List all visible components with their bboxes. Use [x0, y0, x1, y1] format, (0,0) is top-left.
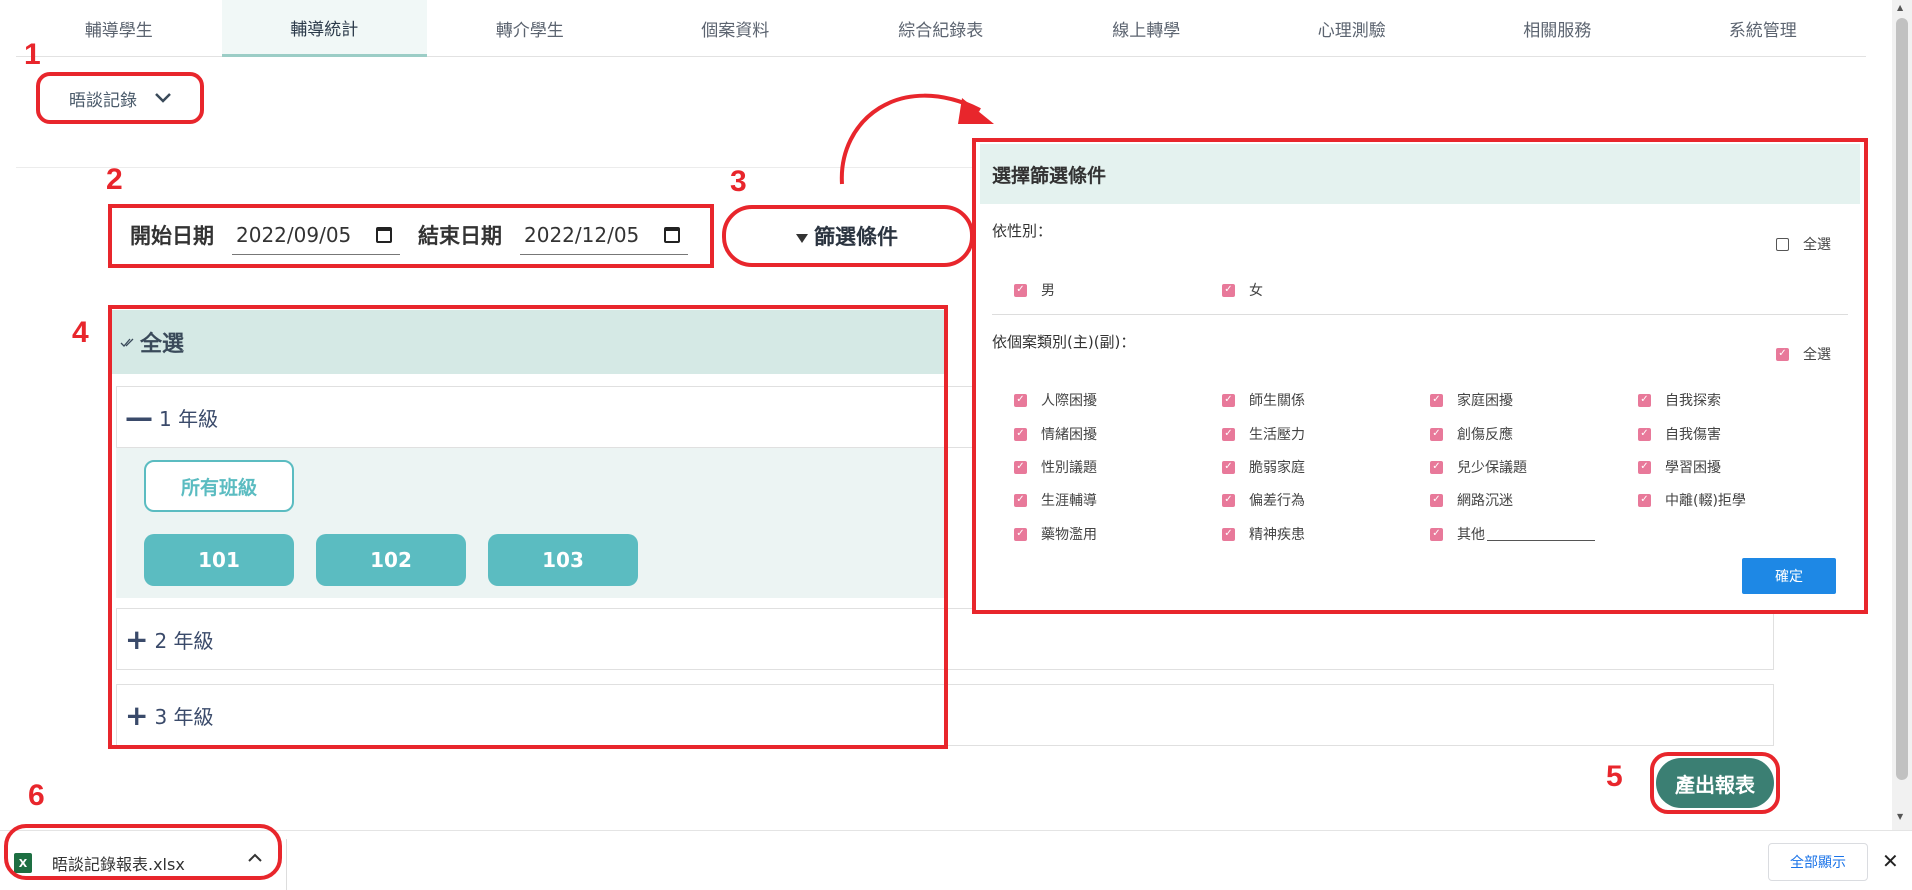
annotation-box-panel: [972, 138, 1868, 614]
tab-system-admin[interactable]: 系統管理: [1660, 0, 1866, 56]
tab-counseling-statistics[interactable]: 輔導統計: [221, 0, 427, 57]
annotation-number-5: 5: [1606, 760, 1623, 793]
annotation-number-3: 3: [730, 165, 747, 198]
scroll-up-icon[interactable]: ▲: [1897, 3, 1903, 12]
page-scrollbar[interactable]: ▲ ▼: [1892, 0, 1912, 830]
show-all-downloads-button[interactable]: 全部顯示: [1768, 843, 1868, 881]
annotation-number-4: 4: [72, 316, 89, 349]
tab-counseling-students[interactable]: 輔導學生: [16, 0, 222, 56]
annotation-box-6: [4, 824, 282, 880]
top-nav: 輔導學生 輔導統計 轉介學生 個案資料 綜合紀錄表 線上轉學 心理測驗 相關服務…: [16, 0, 1866, 57]
tab-case-data[interactable]: 個案資料: [633, 0, 839, 56]
scroll-down-icon[interactable]: ▼: [1897, 812, 1903, 821]
close-icon[interactable]: ✕: [1882, 849, 1899, 873]
download-bar: X 晤談記錄報表.xlsx 全部顯示 ✕: [0, 830, 1912, 890]
annotation-box-3: [722, 205, 974, 267]
tab-related-services[interactable]: 相關服務: [1455, 0, 1661, 56]
annotation-box-1: [36, 72, 204, 124]
annotation-arrow: [839, 93, 994, 185]
tab-referral-students[interactable]: 轉介學生: [427, 0, 633, 56]
annotation-box-4: [108, 305, 948, 749]
download-divider: [286, 839, 287, 890]
annotation-number-1: 1: [24, 38, 41, 71]
tab-online-transfer[interactable]: 線上轉學: [1044, 0, 1250, 56]
annotation-box-2: [108, 204, 714, 268]
annotation-number-2: 2: [106, 163, 123, 196]
annotation-box-5: [1650, 752, 1780, 814]
tab-comprehensive-record[interactable]: 綜合紀錄表: [838, 0, 1044, 56]
tab-psych-tests[interactable]: 心理測驗: [1249, 0, 1455, 56]
scroll-thumb[interactable]: [1896, 18, 1908, 780]
annotation-number-6: 6: [28, 779, 45, 812]
